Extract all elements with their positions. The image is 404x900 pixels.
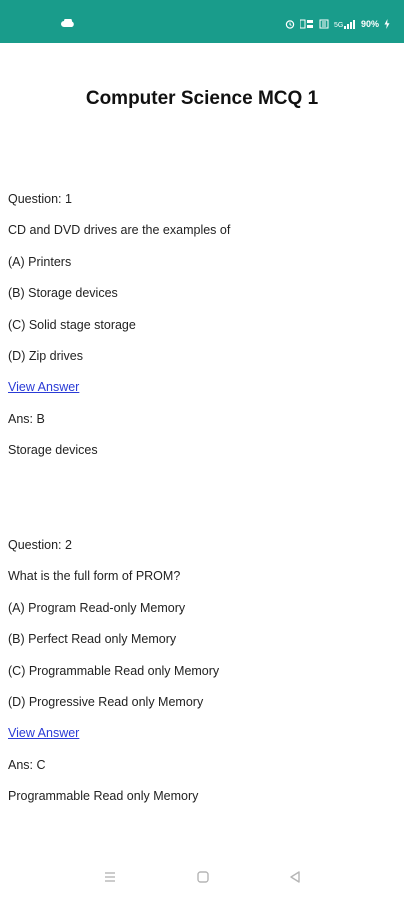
home-square-icon[interactable] <box>192 866 214 888</box>
question-text: CD and DVD drives are the examples of <box>8 223 231 237</box>
battery-level: 90% <box>360 19 379 29</box>
option-c: (C) Programmable Read only Memory <box>8 664 220 678</box>
option-d: (D) Progressive Read only Memory <box>8 695 204 709</box>
data-speed-icon <box>299 19 313 29</box>
view-answer-link[interactable]: View Answer <box>8 380 79 394</box>
alarm-icon <box>285 20 295 29</box>
back-triangle-icon[interactable] <box>284 866 306 888</box>
answer-text: Storage devices <box>8 443 98 457</box>
option-d: (D) Zip drives <box>8 349 84 363</box>
status-icons: 5G 90% <box>285 19 390 29</box>
option-a: (A) Program Read-only Memory <box>8 601 186 615</box>
signal-icon: 5G <box>334 20 355 29</box>
sim-icon <box>319 19 329 29</box>
page-title: Computer Science MCQ 1 <box>85 88 319 109</box>
svg-text:5G: 5G <box>334 22 343 29</box>
status-bar: 5G 90% <box>0 0 404 43</box>
menu-icon[interactable] <box>99 866 121 888</box>
answer-text: Programmable Read only Memory <box>8 789 199 803</box>
question-number: Question: 1 <box>8 192 72 206</box>
cloud-icon <box>61 19 74 27</box>
option-c: (C) Solid stage storage <box>8 318 136 332</box>
navigation-bar <box>0 854 404 900</box>
option-a: (A) Printers <box>8 255 72 269</box>
battery-charging-icon <box>384 19 390 29</box>
view-answer-link[interactable]: View Answer <box>8 726 79 740</box>
answer-label: Ans: B <box>8 412 45 426</box>
question-text: What is the full form of PROM? <box>8 569 181 583</box>
option-b: (B) Storage devices <box>8 286 118 300</box>
answer-label: Ans: C <box>8 758 46 772</box>
option-b: (B) Perfect Read only Memory <box>8 632 177 646</box>
question-number: Question: 2 <box>8 538 72 552</box>
